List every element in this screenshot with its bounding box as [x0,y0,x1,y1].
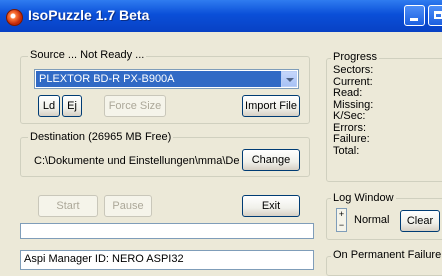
clear-button[interactable]: Clear [400,210,440,232]
progress-field-total: Total: [333,144,360,157]
title-bar: IsoPuzzle 1.7 Beta [0,0,442,32]
source-group-label: Source ... Not Ready ... [28,49,147,61]
log-level-spinner[interactable]: + − [336,208,347,232]
decrease-icon[interactable]: − [337,220,346,231]
log-entry: Aspi Manager ID: NERO ASPI32 [24,253,184,265]
destination-group-label: Destination (26965 MB Free) [28,131,174,143]
progress-fields: Sectors: Current: Read: Missing: K/Sec: … [333,64,374,157]
progress-field-failure: Failure: [333,133,370,145]
start-button[interactable]: Start [38,195,98,217]
load-button[interactable]: Ld [38,95,60,117]
progress-field-ksec: K/Sec: [333,110,366,122]
drive-select-value: PLEXTOR BD-R PX-B900A [36,71,281,87]
destination-path: C:\Dokumente und Einstellungen\mma\Des [34,155,240,167]
minimize-button[interactable] [404,5,425,26]
app-icon [6,9,23,26]
eject-button[interactable]: Ej [62,95,82,117]
log-list[interactable]: Aspi Manager ID: NERO ASPI32 [20,250,314,270]
permanent-failure-group-label: On Permanent Failure [331,249,442,261]
increase-icon[interactable]: + [337,209,346,220]
log-level-value: Normal [354,214,390,226]
progress-group-label: Progress [331,51,380,63]
progress-field-read: Read: [333,87,363,99]
chevron-down-icon[interactable] [281,71,297,87]
import-file-button[interactable]: Import File [242,95,300,117]
drive-select[interactable]: PLEXTOR BD-R PX-B900A [34,69,299,89]
force-size-button[interactable]: Force Size [104,95,166,117]
window-title: IsoPuzzle 1.7 Beta [28,7,150,23]
pause-button[interactable]: Pause [104,195,152,217]
progress-field-sectors: Sectors: [333,64,374,76]
progress-bar [20,223,314,239]
log-window-group-label: Log Window [331,192,396,204]
exit-button[interactable]: Exit [242,195,300,217]
maximize-button[interactable] [428,5,442,26]
change-button[interactable]: Change [242,149,300,171]
